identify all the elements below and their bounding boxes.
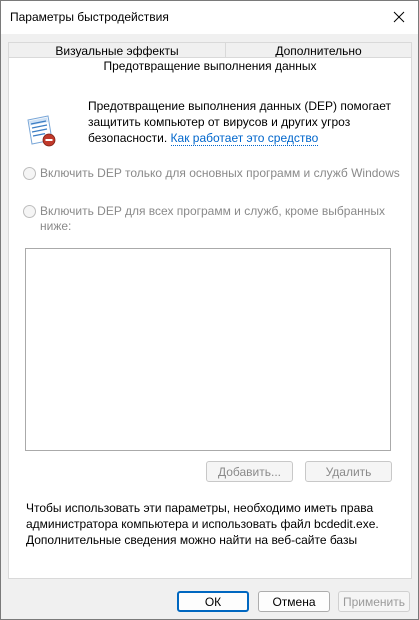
dep-shield-icon	[27, 115, 56, 147]
dep-panel: Предотвращение выполнения данных (DEP) п…	[8, 75, 412, 579]
apply-button[interactable]: Применить	[338, 591, 410, 612]
dep-description: Предотвращение выполнения данных (DEP) п…	[88, 98, 403, 146]
close-icon	[393, 11, 405, 23]
add-button[interactable]: Добавить...	[206, 461, 293, 482]
performance-options-window: Параметры быстродействия Визуальные эффе…	[0, 0, 419, 620]
title-bar: Параметры быстродействия	[1, 1, 418, 34]
how-it-works-link[interactable]: Как работает это средство	[170, 131, 319, 146]
radio-circle[interactable]	[23, 205, 36, 218]
radio-dep-all-label: Включить DEP для всех программ и служб, …	[40, 204, 386, 233]
radio-dep-essential-label: Включить DEP только для основных програм…	[40, 166, 400, 180]
remove-button[interactable]: Удалить	[305, 461, 392, 482]
dep-exceptions-list[interactable]	[25, 248, 391, 451]
ok-button[interactable]: ОК	[177, 591, 249, 612]
admin-note: Чтобы использовать эти параметры, необхо…	[26, 501, 379, 547]
close-button[interactable]	[386, 5, 412, 29]
cancel-button[interactable]: Отмена	[258, 591, 330, 612]
tab-dep[interactable]: Предотвращение выполнения данных	[8, 57, 412, 78]
radio-circle[interactable]	[23, 167, 36, 180]
window-title: Параметры быстродействия	[10, 10, 169, 24]
